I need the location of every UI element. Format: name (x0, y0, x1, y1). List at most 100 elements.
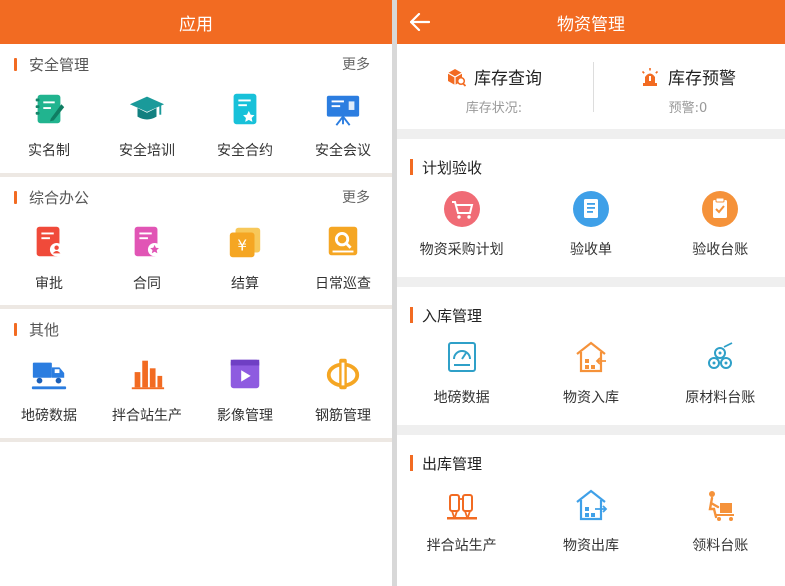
truck-scale-icon (31, 362, 67, 390)
item-mixing-production[interactable]: 拌合站生产 (397, 483, 526, 573)
app-label: 实名制 (28, 143, 70, 159)
inspection-search-icon (328, 226, 358, 256)
section-title: 出库管理 (422, 454, 483, 473)
app-item-image-management[interactable]: 影像管理 (196, 349, 294, 438)
section-inbound: 入库管理 地磅数据 物资入库 原材料台账 (397, 295, 785, 425)
section-accent-bar (14, 57, 17, 71)
item-label: 领料台账 (692, 538, 749, 554)
arrow-left-icon (410, 13, 430, 31)
notebook-pen-icon (35, 94, 65, 124)
app-item-rebar-management[interactable]: 钢筋管理 (294, 349, 392, 438)
stock-divider (593, 62, 594, 112)
app-label: 审批 (35, 276, 63, 292)
more-link[interactable]: 更多 (342, 187, 370, 207)
section-header: 出库管理 (397, 443, 785, 483)
app-item-approval[interactable]: 审批 (0, 217, 98, 305)
app-item-contract[interactable]: 合同 (98, 217, 196, 305)
apps-screen: 应用 安全管理 更多 实名制 安全培训 安全合约 安全会议 综合办公 更多 审批… (0, 0, 392, 586)
app-item-safety-contract[interactable]: 安全合约 (196, 84, 294, 173)
app-label: 安全会议 (315, 143, 371, 159)
section-title: 安全管理 (29, 55, 90, 74)
stock-warning[interactable]: 库存预警 预警:0 (591, 44, 785, 129)
item-label: 验收台账 (692, 242, 749, 258)
section-title: 其他 (29, 320, 60, 339)
item-picking-ledger[interactable]: 领料台账 (656, 483, 785, 573)
app-label: 地磅数据 (21, 408, 77, 424)
item-material-inbound[interactable]: 物资入库 (526, 335, 655, 425)
app-label: 安全培训 (119, 143, 175, 159)
item-raw-material-ledger[interactable]: 原材料台账 (656, 335, 785, 425)
item-label: 验收单 (569, 242, 612, 258)
page-title: 应用 (179, 14, 213, 35)
cart-icon (443, 191, 480, 227)
mixing-plant-icon (446, 494, 477, 520)
section-title: 综合办公 (29, 188, 90, 207)
svg-text:¥: ¥ (237, 237, 247, 255)
app-label: 结算 (231, 276, 259, 292)
item-acceptance-form[interactable]: 验收单 (526, 187, 655, 277)
item-acceptance-ledger[interactable]: 验收台账 (656, 187, 785, 277)
materials-screen: 物资管理 库存查询 库存状况: 库存预警 预警:0 计划验收 物资采购计划 验收… (397, 0, 785, 586)
section-header: 综合办公 更多 (0, 177, 392, 217)
app-item-safety-meeting[interactable]: 安全会议 (294, 84, 392, 173)
trolley-worker-icon (708, 491, 735, 521)
section-title: 入库管理 (422, 306, 483, 325)
scale-gauge-icon (447, 342, 476, 372)
rebar-icon (326, 358, 360, 390)
app-label: 安全合约 (217, 143, 273, 159)
rebar-bundle-icon (708, 342, 733, 369)
presentation-board-icon (326, 95, 360, 126)
section-title: 计划验收 (422, 158, 483, 177)
section-header: 安全管理 更多 (0, 44, 392, 84)
video-icon (230, 359, 260, 389)
app-item-mixing-production[interactable]: 拌合站生产 (98, 349, 196, 438)
section-accent-bar (410, 159, 413, 175)
alarm-light-icon (641, 67, 659, 86)
app-item-realname[interactable]: 实名制 (0, 84, 98, 173)
app-label: 影像管理 (217, 408, 273, 424)
item-label: 物资采购计划 (419, 242, 504, 258)
section-outbound: 出库管理 拌合站生产 物资出库 领料台账 (397, 443, 785, 573)
stock-warning-title: 库存预警 (668, 69, 736, 89)
back-button[interactable] (405, 7, 435, 37)
clipboard-check-icon (702, 191, 739, 227)
graduation-cap-icon (129, 96, 165, 120)
app-item-weighbridge[interactable]: 地磅数据 (0, 349, 98, 438)
app-item-settlement[interactable]: ¥ 结算 (196, 217, 294, 305)
section-header: 其他 (0, 309, 392, 349)
item-label: 物资入库 (562, 390, 619, 406)
materials-header: 物资管理 (397, 0, 785, 44)
item-label: 地磅数据 (433, 390, 490, 406)
section-accent-bar (14, 322, 17, 336)
section-accent-bar (410, 307, 413, 323)
item-purchase-plan[interactable]: 物资采购计划 (397, 187, 526, 277)
section-office: 综合办公 更多 审批 合同 ¥ 结算 日常巡查 (0, 177, 392, 305)
page-title: 物资管理 (557, 14, 625, 35)
section-divider (0, 438, 392, 442)
section-divider (397, 425, 785, 435)
app-label: 合同 (133, 276, 161, 292)
receipt-icon (572, 191, 609, 227)
stock-query-title: 库存查询 (474, 69, 542, 89)
contract-icon (134, 226, 162, 257)
item-label: 原材料台账 (685, 390, 756, 406)
app-item-safety-training[interactable]: 安全培训 (98, 84, 196, 173)
more-link[interactable]: 更多 (342, 54, 370, 74)
item-label: 物资出库 (562, 538, 619, 554)
section-divider (397, 277, 785, 287)
section-plan-acceptance: 计划验收 物资采购计划 验收单 验收台账 (397, 147, 785, 277)
section-safety: 安全管理 更多 实名制 安全培训 安全合约 安全会议 (0, 44, 392, 173)
section-divider (397, 129, 785, 139)
app-label: 钢筋管理 (315, 408, 371, 424)
app-item-daily-inspection[interactable]: 日常巡查 (294, 217, 392, 305)
app-label: 拌合站生产 (112, 408, 182, 424)
document-star-icon (233, 93, 257, 125)
item-weighbridge-data[interactable]: 地磅数据 (397, 335, 526, 425)
item-label: 拌合站生产 (426, 538, 497, 554)
warehouse-out-icon (576, 489, 608, 521)
section-header: 入库管理 (397, 295, 785, 335)
section-accent-bar (410, 455, 413, 471)
bar-chart-icon (131, 360, 165, 390)
stock-query[interactable]: 库存查询 库存状况: (397, 44, 591, 129)
item-material-outbound[interactable]: 物资出库 (526, 483, 655, 573)
